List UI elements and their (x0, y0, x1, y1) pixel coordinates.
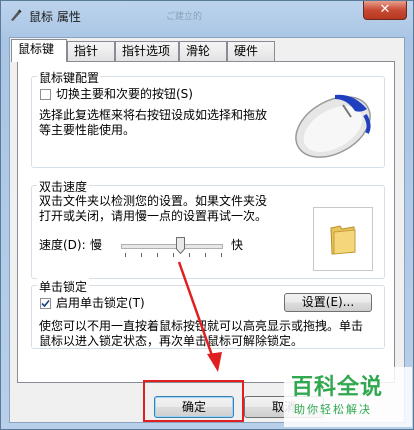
tab-hardware[interactable]: 硬件 (227, 41, 275, 61)
ok-button-highlight (143, 380, 244, 422)
double-click-speed-track[interactable] (121, 244, 223, 249)
click-lock-settings-button[interactable]: 设置(E)... (284, 293, 372, 312)
double-click-description-line1: 双击文件夹以检测您的设置。如果文件夹没 (39, 194, 268, 208)
red-arrow-annotation (177, 261, 222, 372)
slider-tick (157, 253, 158, 257)
double-click-speed-thumb[interactable] (176, 237, 185, 254)
tab-pointers[interactable]: 指针 (67, 41, 115, 61)
slow-label: 慢 (90, 238, 103, 252)
window-title: 鼠标 属性 (29, 10, 81, 24)
mouse-properties-window: 鼠标 属性 ご建立的 ✕ 鼠标键 指针 指针选项 滑轮 硬件 鼠标键配置 切换主… (0, 0, 414, 430)
mouse-app-icon (11, 9, 22, 21)
watermark-subtitle: 助你轻松解决 (294, 403, 372, 416)
slider-tick (141, 253, 142, 257)
switch-description-line2: 等主要性能使用。 (39, 123, 136, 137)
fast-label: 快 (231, 238, 244, 252)
faded-caption: ご建立的 (166, 12, 203, 22)
close-button[interactable]: ✕ (363, 1, 407, 20)
switch-buttons-label[interactable]: 切换主要和次要的按钮(S) (56, 86, 193, 102)
close-icon: ✕ (379, 2, 391, 17)
slider-tick (125, 253, 126, 257)
test-folder-area[interactable] (313, 207, 373, 271)
tab-buttons[interactable]: 鼠标键 (11, 39, 67, 62)
title-bar[interactable]: 鼠标 属性 ご建立的 ✕ (1, 1, 413, 31)
speed-label: 速度(D): (39, 238, 86, 252)
tab-pointer-options[interactable]: 指针选项 (115, 41, 179, 61)
tab-wheel[interactable]: 滑轮 (179, 41, 227, 61)
click-lock-label[interactable]: 启用单击锁定(T) (56, 295, 145, 311)
switch-buttons-checkbox[interactable] (40, 89, 51, 100)
folder-icon (330, 225, 356, 255)
switch-description-line1: 选择此复选框来将右按钮设成如选择和拖放 (39, 108, 268, 122)
checkmark-icon (41, 299, 50, 308)
button-config-title: 鼠标键配置 (37, 69, 102, 86)
watermark-title: 百科全说 (291, 375, 384, 400)
mouse-illustration (295, 94, 371, 158)
click-lock-title: 单击锁定 (37, 278, 90, 295)
click-lock-checkbox[interactable] (40, 298, 51, 309)
double-click-description-line2: 打开或关闭，请用慢一点的设置再试一次。 (39, 209, 268, 223)
